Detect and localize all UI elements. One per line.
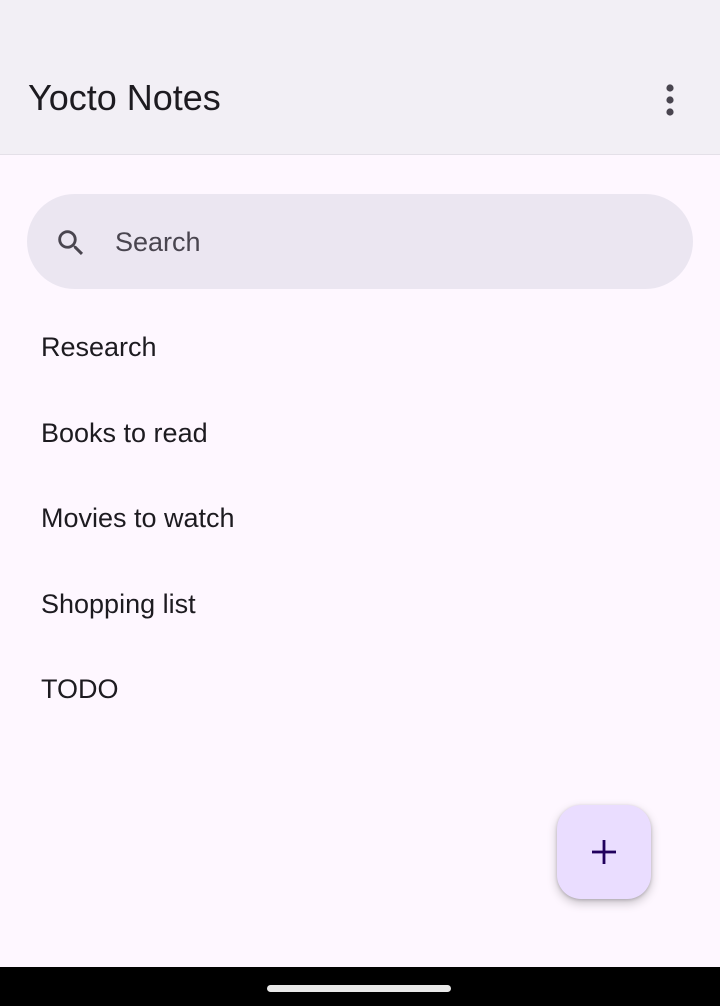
search-icon <box>58 230 84 256</box>
list-item[interactable]: Books to read <box>0 391 720 477</box>
overflow-menu-button[interactable] <box>646 76 694 124</box>
app-title: Yocto Notes <box>28 77 221 118</box>
gesture-handle[interactable] <box>267 985 451 992</box>
search-input[interactable] <box>115 222 655 262</box>
list-item[interactable]: TODO <box>0 647 720 733</box>
add-note-button[interactable] <box>557 805 651 899</box>
list-item[interactable]: Shopping list <box>0 562 720 648</box>
list-item[interactable]: Movies to watch <box>0 476 720 562</box>
notes-list: Research Books to read Movies to watch S… <box>0 305 720 733</box>
top-app-bar: Yocto Notes <box>0 0 720 155</box>
list-item[interactable]: Research <box>0 305 720 391</box>
more-vert-icon <box>666 84 674 116</box>
add-icon <box>592 840 616 864</box>
